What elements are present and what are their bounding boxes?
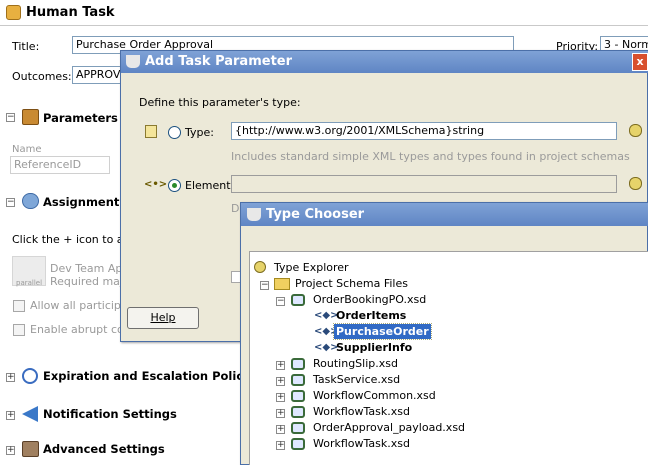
parameter-type-prompt: Define this parameter's type: <box>139 96 301 109</box>
help-button[interactable]: Help <box>127 307 199 329</box>
parameters-icon <box>22 109 39 125</box>
tree-expand-toggle[interactable]: + <box>276 361 285 370</box>
tree-node-workflowtask[interactable]: WorkflowTask.xsd <box>313 405 410 418</box>
expiration-expand-toggle[interactable]: + <box>6 373 15 382</box>
outcomes-label: Outcomes: <box>12 70 72 83</box>
element-node-icon: <◆> <box>314 310 339 321</box>
notification-expand-toggle[interactable]: + <box>6 411 15 420</box>
schema-icon <box>291 438 305 450</box>
tree-expand-toggle[interactable]: + <box>276 393 285 402</box>
assignment-icon <box>22 193 39 209</box>
parameter-name-header: Name <box>12 144 42 155</box>
tree-node-workflowtask-2[interactable]: WorkflowTask.xsd <box>313 437 410 450</box>
element-radio[interactable] <box>168 179 181 192</box>
element-icon: <•> <box>144 179 168 190</box>
schema-icon <box>291 406 305 418</box>
enable-abrupt-checkbox[interactable] <box>13 324 25 336</box>
human-task-icon <box>6 5 21 20</box>
chooser-titlebar: Type Chooser <box>241 203 648 226</box>
parameter-name-field[interactable]: ReferenceID <box>10 156 110 174</box>
tree-node-project-schema-files[interactable]: Project Schema Files <box>295 277 408 290</box>
advanced-settings-icon <box>22 441 39 457</box>
schema-icon <box>291 374 305 386</box>
parameters-collapse-toggle[interactable]: − <box>6 113 15 122</box>
type-tree: Type Explorer − Project Schema Files − O… <box>249 251 648 465</box>
participant-name: Dev Team App <box>50 262 130 275</box>
schema-icon <box>291 390 305 402</box>
folder-icon <box>274 278 290 290</box>
tree-collapse-toggle[interactable]: − <box>260 281 269 290</box>
tree-node-orderbookingpo[interactable]: OrderBookingPO.xsd <box>313 293 426 306</box>
schema-icon <box>291 422 305 434</box>
schema-icon <box>291 294 305 306</box>
chooser-title: Type Chooser <box>266 207 365 222</box>
assignment-collapse-toggle[interactable]: − <box>6 198 15 207</box>
expiration-section-title: Expiration and Escalation Policy <box>43 369 251 383</box>
type-icon <box>145 125 157 138</box>
tree-expand-toggle[interactable]: + <box>276 409 285 418</box>
participant-policy: Required majo <box>50 275 130 288</box>
element-label: Element: <box>185 179 235 192</box>
coffee-cup-icon <box>126 55 140 68</box>
tree-node-purchaseorder[interactable]: PurchaseOrder <box>333 323 432 340</box>
type-field[interactable]: {http://www.w3.org/2001/XMLSchema}string <box>231 122 617 140</box>
notification-section-title: Notification Settings <box>43 407 177 421</box>
element-node-icon: <◆> <box>314 342 339 353</box>
tree-node-workflowcommon[interactable]: WorkflowCommon.xsd <box>313 389 436 402</box>
tree-node-supplierinfo[interactable]: SupplierInfo <box>336 341 412 354</box>
coffee-cup-icon <box>247 208 261 221</box>
add-dialog-title: Add Task Parameter <box>145 54 293 69</box>
editor-header: Human Task <box>0 0 648 26</box>
assignment-section-title: Assignment a <box>43 195 132 209</box>
element-hint: D <box>231 202 240 215</box>
add-dialog-titlebar: Add Task Parameter x <box>121 51 648 73</box>
tree-node-orderitems[interactable]: OrderItems <box>336 309 406 322</box>
close-icon[interactable]: x <box>632 53 648 71</box>
tree-node-orderapproval-payload[interactable]: OrderApproval_payload.xsd <box>313 421 465 434</box>
tree-expand-toggle[interactable]: + <box>276 425 285 434</box>
tree-node-routingslip[interactable]: RoutingSlip.xsd <box>313 357 398 370</box>
type-radio[interactable] <box>168 126 181 139</box>
notification-megaphone-icon <box>22 406 38 422</box>
type-explorer-icon <box>254 261 266 273</box>
advanced-expand-toggle[interactable]: + <box>6 446 15 455</box>
advanced-section-title: Advanced Settings <box>43 442 165 456</box>
tree-node-type-explorer[interactable]: Type Explorer <box>274 261 349 274</box>
element-search-flashlight-icon[interactable] <box>629 177 642 190</box>
type-hint: Includes standard simple XML types and t… <box>231 150 630 163</box>
element-field[interactable] <box>231 175 617 193</box>
tree-expand-toggle[interactable]: + <box>276 441 285 450</box>
participant-badge: parallel <box>16 279 43 287</box>
tree-collapse-toggle[interactable]: − <box>276 297 285 306</box>
type-chooser-dialog: Type Chooser Type Explorer − Project Sch… <box>240 202 648 465</box>
enable-abrupt-label: Enable abrupt com <box>30 323 135 336</box>
type-search-flashlight-icon[interactable] <box>629 124 642 137</box>
title-label: Title: <box>12 40 40 53</box>
schema-icon <box>291 358 305 370</box>
tree-expand-toggle[interactable]: + <box>276 377 285 386</box>
assignment-hint: Click the + icon to add <box>12 233 138 246</box>
parameters-section-title: Parameters <box>43 111 118 125</box>
type-label: Type: <box>185 126 214 139</box>
expiration-clock-icon <box>22 368 38 384</box>
page-title: Human Task <box>26 5 115 20</box>
allow-all-checkbox[interactable] <box>13 300 25 312</box>
tree-node-taskservice[interactable]: TaskService.xsd <box>313 373 400 386</box>
